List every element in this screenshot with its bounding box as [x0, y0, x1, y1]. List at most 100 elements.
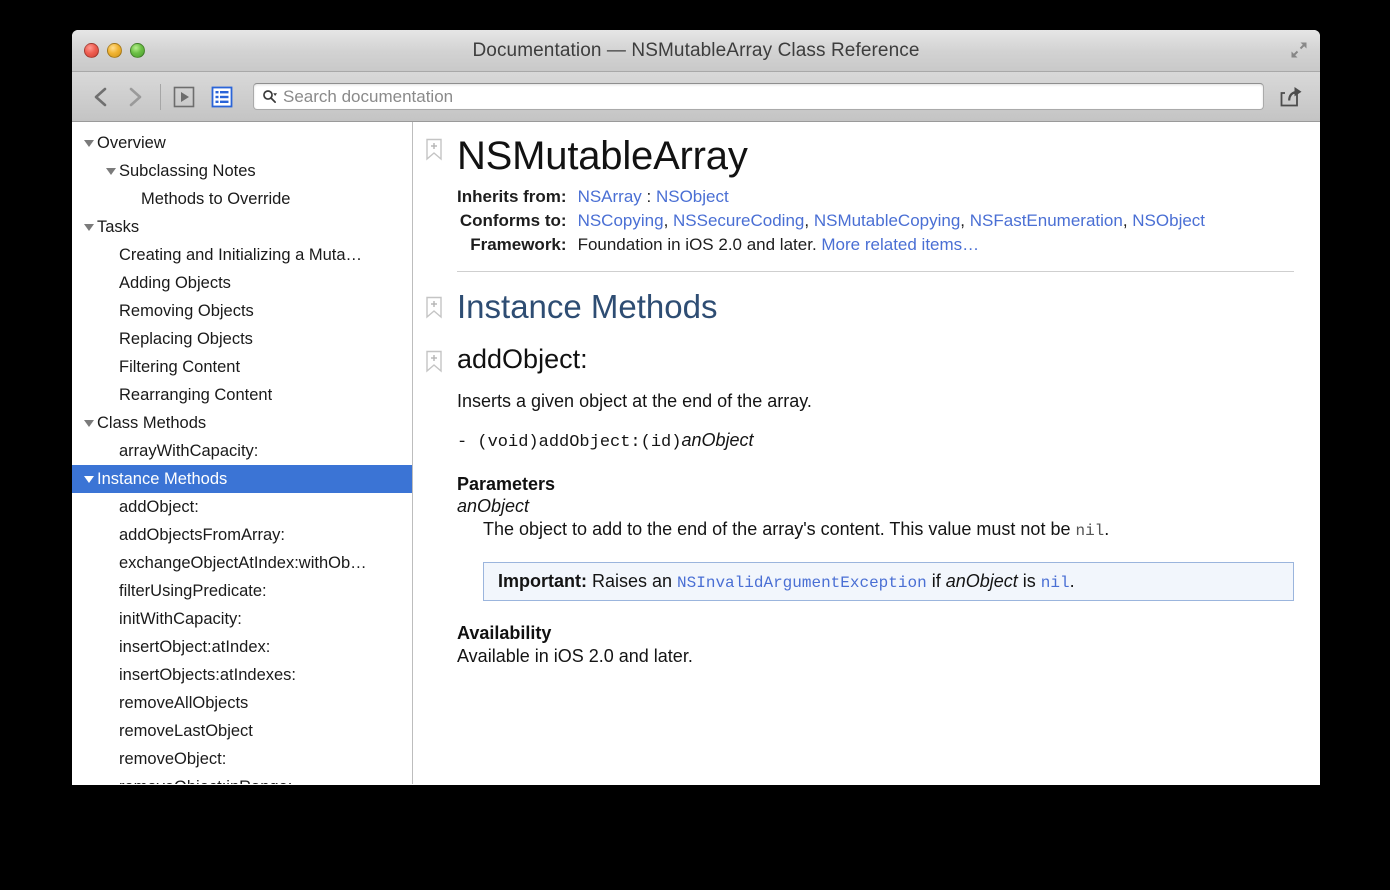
sidebar-item-subclassing-notes[interactable]: Subclassing Notes: [72, 157, 412, 185]
metadata-value: Foundation in iOS 2.0 and later. More re…: [578, 233, 1205, 257]
chevron-down-icon[interactable]: [80, 419, 97, 427]
sidebar-item-removelastobject[interactable]: removeLastObject: [72, 717, 412, 745]
toolbar-separator: [160, 83, 161, 110]
chevron-down-icon: [83, 419, 94, 427]
sidebar-item-label: Overview: [97, 133, 166, 152]
sidebar-item-label: arrayWithCapacity:: [119, 441, 259, 460]
parameter-description-tail: .: [1104, 519, 1110, 539]
play-button-icon[interactable]: [169, 82, 199, 112]
chevron-down-icon[interactable]: [80, 139, 97, 147]
share-icon[interactable]: [1274, 82, 1308, 112]
metadata-link[interactable]: NSObject: [656, 187, 729, 206]
bookmark-add-icon[interactable]: [425, 296, 443, 320]
back-chevron-icon[interactable]: [84, 80, 118, 114]
metadata-key: Inherits from:: [457, 187, 567, 206]
sidebar-item-initwithcapacity[interactable]: initWithCapacity:: [72, 605, 412, 633]
class-header-section: NSMutableArray Inherits from: NSArray : N…: [413, 122, 1294, 272]
sidebar-item-label: Subclassing Notes: [119, 161, 256, 180]
chevron-down-icon: [105, 167, 116, 175]
important-callout: Important: Raises an NSInvalidArgumentEx…: [483, 562, 1294, 601]
chevron-down-icon[interactable]: [102, 167, 119, 175]
table-of-contents-icon[interactable]: [207, 82, 237, 112]
metadata-link[interactable]: NSObject: [1132, 211, 1205, 230]
sidebar-item-label: addObjectsFromArray:: [119, 525, 285, 544]
metadata-key: Framework:: [470, 235, 567, 254]
metadata-link[interactable]: NSSecureCoding: [673, 211, 804, 230]
method-abstract: Inserts a given object at the end of the…: [457, 391, 812, 411]
sidebar-item-adding-objects[interactable]: Adding Objects: [72, 269, 412, 297]
search-icon: [263, 90, 277, 103]
declaration-prefix: - (void)addObject:(id): [457, 433, 682, 452]
sidebar-item-label: removeLastObject: [119, 721, 253, 740]
sidebar-item-removeobject[interactable]: removeObject:: [72, 745, 412, 773]
sidebar-item-removeallobjects[interactable]: removeAllObjects: [72, 689, 412, 717]
bookmark-add-icon[interactable]: [425, 138, 443, 162]
content-scrollbar[interactable]: [1308, 122, 1318, 784]
method-declaration: - (void)addObject:(id)anObject: [457, 430, 1294, 452]
exception-code: NSInvalidArgumentException: [677, 574, 927, 592]
metadata-link[interactable]: More related items…: [821, 235, 979, 254]
sidebar-item-filterusingpredicate[interactable]: filterUsingPredicate:: [72, 577, 412, 605]
fullscreen-icon[interactable]: [1290, 41, 1308, 59]
class-metadata-table: Inherits from: NSArray : NSObject Conforms…: [457, 185, 1205, 257]
sidebar-item-addobjectsfromarray[interactable]: addObjectsFromArray:: [72, 521, 412, 549]
chevron-down-icon: [83, 475, 94, 483]
sidebar-item-removeobject-inrange[interactable]: removeObject:inRange:: [72, 773, 412, 785]
sidebar-item-methods-to-override[interactable]: Methods to Override: [72, 185, 412, 213]
metadata-link[interactable]: NSCopying: [578, 211, 664, 230]
sidebar-item-overview[interactable]: Overview: [72, 129, 412, 157]
metadata-link[interactable]: NSArray: [578, 187, 642, 206]
sidebar-item-arraywithcapacity[interactable]: arrayWithCapacity:: [72, 437, 412, 465]
navigator-sidebar[interactable]: Overview Subclassing Notes Methods to Over…: [72, 122, 413, 784]
declaration-parameter: anObject: [681, 430, 754, 450]
sidebar-item-label: Rearranging Content: [119, 385, 273, 404]
chevron-down-icon[interactable]: [80, 223, 97, 231]
metadata-link[interactable]: NSFastEnumeration: [970, 211, 1123, 230]
sidebar-item-removing-objects[interactable]: Removing Objects: [72, 297, 412, 325]
sidebar-item-filtering-content[interactable]: Filtering Content: [72, 353, 412, 381]
sidebar-item-rearranging-content[interactable]: Rearranging Content: [72, 381, 412, 409]
metadata-text: ,: [1122, 211, 1133, 230]
metadata-row: Conforms to: NSCopying, NSSecureCoding, N…: [457, 209, 1205, 233]
search-input[interactable]: Search documentation: [253, 83, 1264, 110]
availability-text: Available in iOS 2.0 and later.: [457, 646, 693, 666]
sidebar-item-label: filterUsingPredicate:: [119, 581, 267, 600]
method-section: addObject: Inserts a given object at the…: [413, 326, 1294, 667]
forward-chevron-icon[interactable]: [118, 80, 152, 114]
parameter-description-text: The object to add to the end of the arra…: [483, 519, 1076, 539]
metadata-key: Conforms to:: [459, 211, 567, 230]
sidebar-item-class-methods[interactable]: Class Methods: [72, 409, 412, 437]
page-title: NSMutableArray: [457, 134, 748, 178]
sidebar-item-label: insertObjects:atIndexes:: [119, 665, 297, 684]
availability-heading: Availability: [457, 623, 552, 643]
sidebar-item-label: Adding Objects: [119, 273, 231, 292]
chevron-down-icon: [83, 139, 94, 147]
sidebar-item-replacing-objects[interactable]: Replacing Objects: [72, 325, 412, 353]
search-placeholder: Search documentation: [283, 86, 454, 106]
sidebar-item-label: addObject:: [119, 497, 199, 516]
parameter-name: anObject: [457, 496, 530, 516]
sidebar-item-instance-methods[interactable]: Instance Methods: [72, 465, 412, 493]
sidebar-item-insertobjects-atindexes[interactable]: insertObjects:atIndexes:: [72, 661, 412, 689]
sidebar-item-exchangeobjectatindex-withob[interactable]: exchangeObjectAtIndex:withOb…: [72, 549, 412, 577]
sidebar-item-insertobject-atindex[interactable]: insertObject:atIndex:: [72, 633, 412, 661]
sidebar-item-label: Class Methods: [97, 413, 207, 432]
important-parameter: anObject: [945, 571, 1018, 591]
sidebar-item-addobject[interactable]: addObject:: [72, 493, 412, 521]
sidebar-item-creating-and-initializing-a-muta[interactable]: Creating and Initializing a Muta…: [72, 241, 412, 269]
metadata-link[interactable]: NSMutableCopying: [814, 211, 960, 230]
chevron-down-icon[interactable]: [80, 475, 97, 483]
metadata-row: Inherits from: NSArray : NSObject: [457, 185, 1205, 209]
bookmark-add-icon[interactable]: [425, 350, 443, 374]
sidebar-item-label: Removing Objects: [119, 301, 254, 320]
metadata-row: Framework: Foundation in iOS 2.0 and late…: [457, 233, 1205, 257]
toolbar: Search documentation: [72, 72, 1320, 122]
sidebar-item-label: Replacing Objects: [119, 329, 253, 348]
sidebar-item-tasks[interactable]: Tasks: [72, 213, 412, 241]
window-title: Documentation — NSMutableArray Class Ref…: [472, 40, 920, 61]
important-label: Important:: [498, 571, 587, 591]
section-title: Instance Methods: [457, 288, 718, 325]
nil-code: nil: [1075, 522, 1105, 540]
method-title: addObject:: [457, 344, 588, 374]
sidebar-item-label: Tasks: [97, 217, 140, 236]
